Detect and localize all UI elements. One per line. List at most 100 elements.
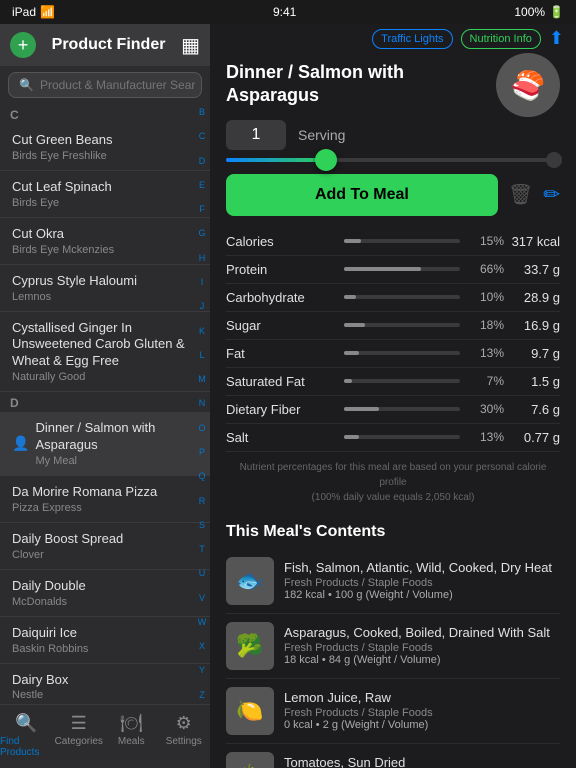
alpha-t[interactable]: T	[199, 545, 205, 554]
alpha-r[interactable]: R	[199, 497, 206, 506]
nutrition-row: Sugar 18% 16.9 g	[226, 312, 560, 340]
alpha-y[interactable]: Y	[199, 666, 205, 675]
serving-control: Serving	[226, 120, 560, 150]
alpha-h[interactable]: H	[199, 254, 206, 263]
nav-settings[interactable]: ⚙ Settings	[158, 709, 211, 762]
wifi-icon: 📶	[40, 5, 55, 19]
nutrition-info-button[interactable]: Nutrition Info	[461, 29, 541, 49]
alpha-i[interactable]: I	[201, 278, 204, 287]
status-bar: iPad 📶 9:41 100% 🔋	[0, 0, 576, 24]
traffic-lights-button[interactable]: Traffic Lights	[372, 29, 452, 49]
nutrition-row: Protein 66% 33.7 g	[226, 256, 560, 284]
serving-slider[interactable]	[226, 158, 560, 162]
alpha-f[interactable]: F	[199, 205, 205, 214]
sidebar-title: Product Finder	[44, 36, 173, 54]
food-thumbnail: 🍣	[496, 53, 560, 117]
meal-actions-row: Add To Meal 🗑 ✏	[226, 174, 560, 216]
battery-label: 100%	[514, 5, 545, 19]
detail-header-bar: Traffic Lights Nutrition Info ⬆	[210, 24, 576, 53]
nav-categories[interactable]: ☰ Categories	[53, 709, 106, 762]
list-item[interactable]: Cut Green Beans Birds Eye Freshlike	[0, 124, 210, 171]
nav-meals[interactable]: 🍽 Meals	[105, 709, 158, 762]
list-item[interactable]: Cyprus Style Haloumi Lemnos	[0, 265, 210, 312]
find-products-icon: 🔍	[15, 713, 37, 734]
nutrient-note: Nutrient percentages for this meal are b…	[226, 452, 560, 513]
nav-find-label: Find Products	[0, 736, 53, 758]
nutrition-row: Fat 13% 9.7 g	[226, 340, 560, 368]
alpha-v[interactable]: V	[199, 594, 205, 603]
list-item-daily-boost[interactable]: Daily Boost Spread Clover	[0, 523, 210, 570]
alpha-n[interactable]: N	[199, 399, 206, 408]
search-bar[interactable]: 🔍	[8, 72, 202, 98]
nav-settings-label: Settings	[166, 736, 202, 747]
list-item[interactable]: Cut Okra Birds Eye Mckenzies	[0, 218, 210, 265]
delete-icon[interactable]: 🗑	[508, 182, 533, 207]
list-item[interactable]: Da Morire Romana Pizza Pizza Express	[0, 476, 210, 523]
main-container: + Product Finder ▦ 🔍 C Cut Green Beans B…	[0, 24, 576, 768]
nutrition-row: Carbohydrate 10% 28.9 g	[226, 284, 560, 312]
list-item[interactable]: Daiquiri Ice Baskin Robbins	[0, 617, 210, 664]
sidebar-header: + Product Finder ▦	[0, 24, 210, 66]
detail-panel: Traffic Lights Nutrition Info ⬆ 🍣 Dinner…	[210, 24, 576, 768]
alpha-k[interactable]: K	[199, 327, 205, 336]
nutrition-table: Calories 15% 317 kcal Protein 66% 33.7 g…	[226, 228, 560, 452]
meal-list-item[interactable]: 🍅 Tomatoes, Sun Dried Fresh Products / S…	[226, 744, 560, 768]
alpha-b[interactable]: B	[199, 108, 205, 117]
nutrition-row: Salt 13% 0.77 g	[226, 424, 560, 452]
list-item-dinner-salmon[interactable]: 👤 Dinner / Salmon with Asparagus My Meal	[0, 412, 210, 476]
alpha-p[interactable]: P	[199, 448, 205, 457]
alpha-j[interactable]: J	[200, 302, 205, 311]
alpha-w[interactable]: W	[198, 618, 207, 627]
nav-find-products[interactable]: 🔍 Find Products	[0, 709, 53, 762]
serving-label: Serving	[298, 127, 345, 143]
alpha-o[interactable]: O	[198, 424, 205, 433]
section-c-label: C	[0, 104, 210, 124]
alpha-l[interactable]: L	[199, 351, 204, 360]
categories-icon: ☰	[71, 713, 87, 734]
alpha-x[interactable]: X	[199, 642, 205, 651]
list-item[interactable]: Dairy Box Nestle	[0, 664, 210, 704]
meal-list-item[interactable]: 🍋 Lemon Juice, Raw Fresh Products / Stap…	[226, 679, 560, 744]
edit-icon[interactable]: ✏	[543, 182, 560, 207]
meal-list-item[interactable]: 🐟 Fish, Salmon, Atlantic, Wild, Cooked, …	[226, 549, 560, 614]
alpha-e[interactable]: E	[199, 181, 205, 190]
section-d-label: D	[0, 392, 210, 412]
bottom-nav: 🔍 Find Products ☰ Categories 🍽 Meals ⚙ S…	[0, 704, 210, 768]
share-icon[interactable]: ⬆	[549, 28, 564, 49]
alpha-s[interactable]: S	[199, 521, 205, 530]
sidebar: + Product Finder ▦ 🔍 C Cut Green Beans B…	[0, 24, 210, 768]
alpha-u[interactable]: U	[199, 569, 206, 578]
food-header: 🍣 Dinner / Salmon with Asparagus	[226, 53, 560, 120]
alpha-q[interactable]: Q	[198, 472, 205, 481]
list-item[interactable]: Cut Leaf Spinach Birds Eye	[0, 171, 210, 218]
alpha-index: B C D E F G H I J K L M N O P Q R S T U	[194, 104, 210, 704]
search-input[interactable]	[40, 78, 195, 92]
add-button[interactable]: +	[10, 32, 36, 58]
alpha-z[interactable]: Z	[199, 691, 205, 700]
sidebar-list: C Cut Green Beans Birds Eye Freshlike Cu…	[0, 104, 210, 704]
detail-scroll: 🍣 Dinner / Salmon with Asparagus Serving…	[210, 53, 576, 768]
alpha-g[interactable]: G	[198, 229, 205, 238]
add-to-meal-button[interactable]: Add To Meal	[226, 174, 498, 216]
nav-categories-label: Categories	[55, 736, 103, 747]
alpha-m[interactable]: M	[198, 375, 206, 384]
ipad-label: iPad	[12, 5, 36, 19]
meal-list-item[interactable]: 🥦 Asparagus, Cooked, Boiled, Drained Wit…	[226, 614, 560, 679]
meals-icon: 🍽	[120, 713, 143, 734]
clock: 9:41	[273, 5, 296, 19]
alpha-d[interactable]: D	[199, 157, 206, 166]
person-icon: 👤	[12, 435, 29, 452]
battery-icon: 🔋	[549, 5, 564, 19]
nutrition-row: Saturated Fat 7% 1.5 g	[226, 368, 560, 396]
nav-meals-label: Meals	[118, 736, 145, 747]
barcode-icon[interactable]: ▦	[181, 33, 200, 58]
meal-items-list: 🐟 Fish, Salmon, Atlantic, Wild, Cooked, …	[226, 549, 560, 768]
meal-contents-title: This Meal's Contents	[226, 513, 560, 549]
list-item-daily-double[interactable]: Daily Double McDonalds	[0, 570, 210, 617]
alpha-c[interactable]: C	[199, 132, 206, 141]
serving-input[interactable]	[226, 120, 286, 150]
search-icon: 🔍	[19, 78, 34, 92]
nutrition-row: Calories 15% 317 kcal	[226, 228, 560, 256]
settings-icon: ⚙	[176, 713, 192, 734]
list-item[interactable]: Cystallised Ginger In Unsweetened Carob …	[0, 312, 210, 393]
